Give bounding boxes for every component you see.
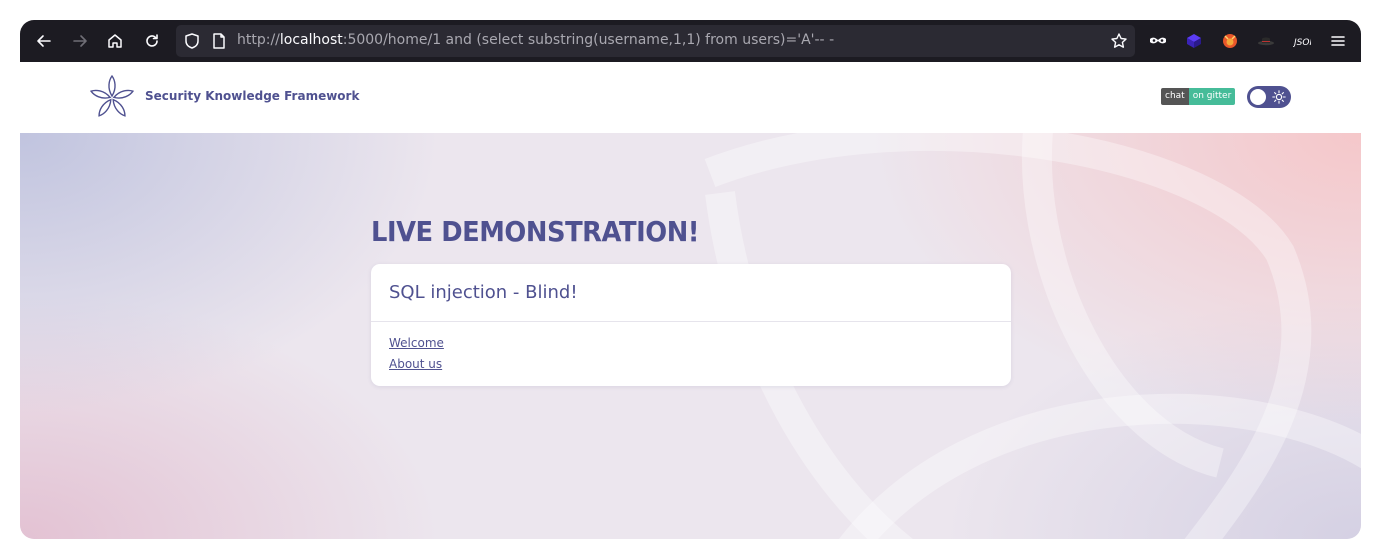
extension-mask-button[interactable] xyxy=(1144,27,1172,55)
challenge-card: SQL injection - Blind! Welcome About us xyxy=(371,264,1011,386)
home-button[interactable] xyxy=(101,27,129,55)
welcome-link[interactable]: Welcome xyxy=(389,336,444,350)
card-divider xyxy=(371,321,1011,322)
extension-json-button[interactable]: JSON xyxy=(1288,27,1316,55)
forward-icon xyxy=(73,35,87,47)
logo-icon[interactable] xyxy=(88,74,136,122)
about-us-link[interactable]: About us xyxy=(389,357,442,371)
gitter-chat-badge[interactable]: chat on gitter xyxy=(1161,88,1236,105)
shield-icon[interactable] xyxy=(183,32,201,50)
card-title: SQL injection - Blind! xyxy=(389,282,578,303)
site-header: Security Knowledge Framework chat on git… xyxy=(20,62,1361,133)
extension-cube-icon xyxy=(1187,34,1201,48)
page-icon[interactable] xyxy=(210,32,228,50)
extension-json-icon: JSON xyxy=(1293,38,1311,48)
back-icon xyxy=(37,35,51,47)
extension-fox-button[interactable] xyxy=(1216,27,1244,55)
menu-icon xyxy=(1331,36,1345,46)
reload-icon xyxy=(146,34,158,47)
toggle-knob xyxy=(1250,89,1266,105)
forward-button[interactable] xyxy=(66,27,94,55)
reload-button[interactable] xyxy=(138,27,166,55)
menu-button[interactable] xyxy=(1324,27,1352,55)
back-button[interactable] xyxy=(30,27,58,55)
extension-mask-icon xyxy=(1150,37,1166,44)
url-text[interactable]: http://localhost:5000/home/1 and (select… xyxy=(237,32,834,48)
page-content: Security Knowledge Framework chat on git… xyxy=(20,62,1361,539)
badge-label: chat xyxy=(1161,88,1189,105)
svg-text:JSON: JSON xyxy=(1293,38,1311,48)
sun-icon xyxy=(1272,90,1286,104)
extension-fox-icon xyxy=(1223,34,1237,48)
url-bar[interactable]: http://localhost:5000/home/1 and (select… xyxy=(176,25,1135,57)
extension-cube-button[interactable] xyxy=(1180,27,1208,55)
home-icon xyxy=(108,34,122,48)
hero-section: LIVE DEMONSTRATION! SQL injection - Blin… xyxy=(20,133,1361,539)
brand-name[interactable]: Security Knowledge Framework xyxy=(145,89,359,103)
badge-value: on gitter xyxy=(1188,88,1236,105)
page-title: LIVE DEMONSTRATION! xyxy=(371,215,700,248)
browser-window: http://localhost:5000/home/1 and (select… xyxy=(20,20,1361,539)
extension-hat-icon xyxy=(1258,37,1274,46)
star-icon[interactable] xyxy=(1110,32,1128,50)
extension-hat-button[interactable] xyxy=(1252,27,1280,55)
theme-toggle[interactable] xyxy=(1247,86,1291,108)
browser-toolbar: http://localhost:5000/home/1 and (select… xyxy=(20,20,1361,62)
